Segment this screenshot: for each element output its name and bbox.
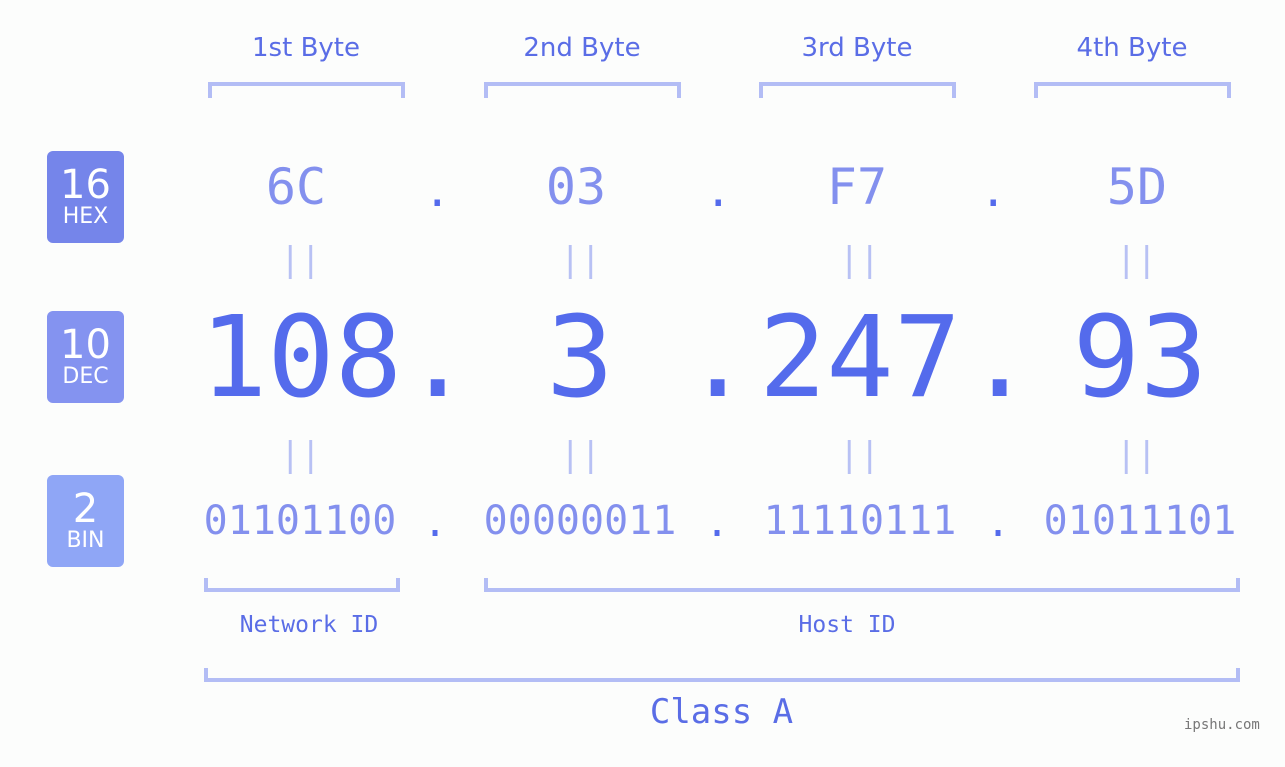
byte-bracket-3 [759, 82, 956, 98]
equals-dec-bin-1: || [280, 435, 321, 475]
dec-byte-3: 247 [758, 293, 962, 423]
dec-badge: 10 DEC [47, 311, 124, 403]
bin-separator-2: . [705, 500, 730, 546]
byte-bracket-4 [1034, 82, 1231, 98]
hex-separator-2: . [705, 166, 732, 217]
dec-base-number: 10 [60, 322, 111, 368]
equals-hex-dec-3: || [839, 240, 880, 280]
bin-byte-2: 00000011 [483, 498, 677, 544]
hex-byte-1: 6C [265, 158, 327, 216]
equals-dec-bin-3: || [839, 435, 880, 475]
class-label: Class A [649, 692, 794, 732]
hex-separator-3: . [980, 166, 1007, 217]
bin-separator-3: . [986, 500, 1011, 546]
dec-base-label: DEC [62, 364, 109, 389]
bin-badge: 2 BIN [47, 475, 124, 567]
equals-dec-bin-2: || [560, 435, 601, 475]
network-id-label: Network ID [239, 612, 379, 638]
hex-base-label: HEX [62, 204, 109, 229]
bin-byte-4: 01011101 [1043, 498, 1237, 544]
network-id-bracket [204, 578, 400, 592]
byte-bracket-2 [484, 82, 681, 98]
equals-hex-dec-1: || [280, 240, 321, 280]
byte-header-1: 1st Byte [252, 33, 360, 63]
host-id-label: Host ID [798, 612, 896, 638]
dec-byte-1: 108 [199, 293, 403, 423]
dec-byte-4: 93 [1072, 293, 1208, 423]
watermark: ipshu.com [1184, 717, 1260, 733]
hex-byte-3: F7 [826, 158, 888, 216]
byte-header-2: 2nd Byte [523, 33, 641, 63]
dec-separator-3: . [966, 293, 1034, 423]
hex-byte-4: 5D [1106, 158, 1168, 216]
hex-separator-1: . [424, 166, 451, 217]
bin-separator-1: . [423, 500, 448, 546]
host-id-bracket [484, 578, 1240, 592]
bin-base-label: BIN [66, 528, 105, 553]
bin-base-number: 2 [72, 486, 99, 532]
byte-header-3: 3rd Byte [801, 33, 913, 63]
equals-hex-dec-2: || [560, 240, 601, 280]
byte-header-4: 4th Byte [1076, 33, 1188, 63]
hex-badge: 16 HEX [47, 151, 124, 243]
class-bracket [204, 668, 1240, 682]
hex-base-number: 16 [60, 162, 111, 208]
hex-byte-2: 03 [545, 158, 607, 216]
dec-separator-2: . [684, 293, 752, 423]
dec-byte-2: 3 [546, 293, 614, 423]
equals-dec-bin-4: || [1116, 435, 1157, 475]
bin-byte-1: 01101100 [203, 498, 397, 544]
dec-separator-1: . [404, 293, 472, 423]
equals-hex-dec-4: || [1116, 240, 1157, 280]
byte-bracket-1 [208, 82, 405, 98]
bin-byte-3: 11110111 [763, 498, 957, 544]
